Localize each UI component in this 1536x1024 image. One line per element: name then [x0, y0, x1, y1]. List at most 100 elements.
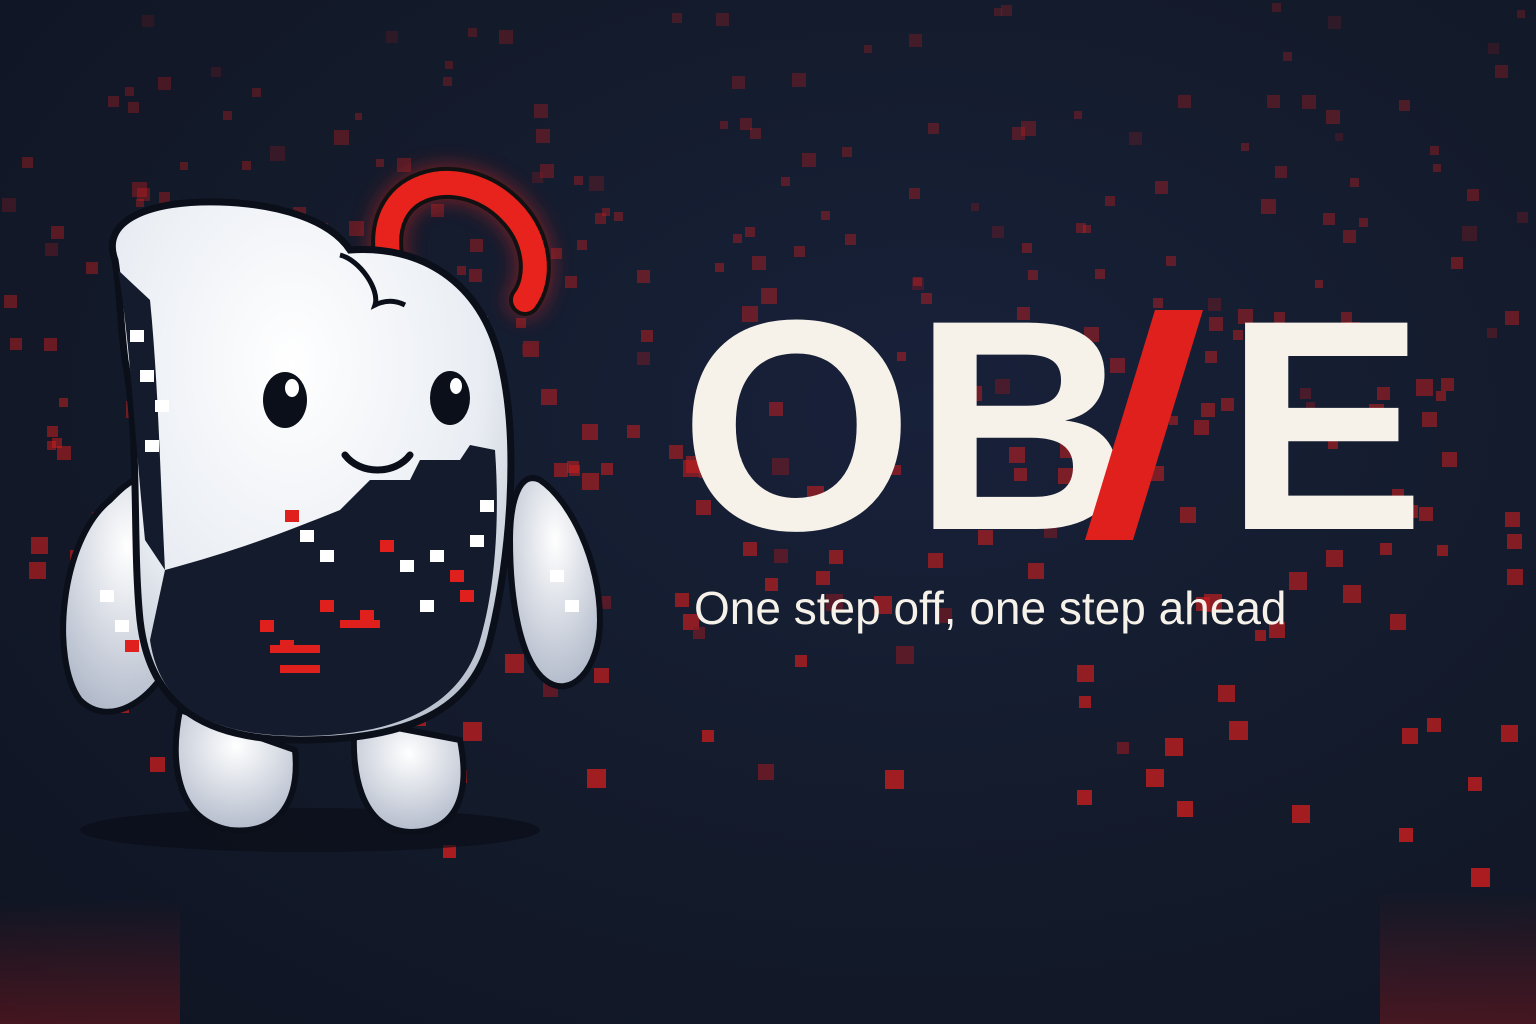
- background-pixel: [1399, 100, 1410, 111]
- background-pixel: [1471, 868, 1490, 887]
- background-pixel: [745, 227, 755, 237]
- background-pixel: [1468, 777, 1482, 791]
- background-pixel: [842, 147, 852, 157]
- background-pixel: [1399, 828, 1413, 842]
- mascot-pixel: [450, 570, 464, 582]
- background-pixel: [1507, 569, 1523, 585]
- mascot-pixel: [380, 540, 394, 552]
- background-pixel: [1326, 110, 1340, 124]
- background-pixel: [252, 88, 261, 97]
- background-pixel: [158, 77, 171, 90]
- background-pixel: [795, 655, 807, 667]
- mascot-pixel: [460, 590, 474, 602]
- background-pixel: [641, 330, 653, 342]
- background-pixel: [22, 157, 33, 168]
- mascot-pixel: [100, 590, 114, 602]
- background-pixel: [1505, 311, 1519, 325]
- background-pixel: [1402, 728, 1418, 744]
- background-pixel: [1442, 452, 1457, 467]
- logo-red-slash: [1085, 310, 1203, 540]
- background-pixel: [1146, 769, 1164, 787]
- background-pixel: [732, 76, 745, 89]
- mascot-pixel: [565, 600, 579, 612]
- background-pixel: [1079, 696, 1091, 708]
- mascot-pixel: [140, 370, 154, 382]
- background-pixel: [1517, 212, 1528, 223]
- background-pixel: [1501, 725, 1518, 742]
- background-pixel: [1117, 742, 1129, 754]
- mascot-pixel: [420, 600, 434, 612]
- background-pixel: [1343, 230, 1356, 243]
- background-pixel: [1505, 512, 1520, 527]
- background-pixel: [1462, 226, 1477, 241]
- background-pixel: [672, 13, 682, 23]
- background-pixel: [1436, 391, 1446, 401]
- background-pixel: [1105, 196, 1115, 206]
- background-pixel: [1427, 718, 1441, 732]
- background-pixel: [758, 764, 774, 780]
- background-pixel: [1517, 10, 1525, 18]
- background-pixel: [1323, 213, 1335, 225]
- mascot-pixel: [115, 620, 129, 632]
- background-pixel: [1275, 166, 1287, 178]
- background-pixel: [716, 13, 729, 26]
- background-pixel: [1129, 132, 1142, 145]
- background-pixel: [1359, 218, 1368, 227]
- background-pixel: [142, 15, 154, 27]
- mascot-pixel: [470, 535, 484, 547]
- mascot-pixel: [125, 640, 139, 652]
- mascot-pixel: [320, 550, 334, 562]
- mascot-pixel: [145, 440, 159, 452]
- background-pixel: [1433, 164, 1441, 172]
- mascot-pixel: [130, 330, 144, 342]
- background-pixel: [223, 111, 232, 120]
- background-pixel: [468, 28, 477, 37]
- background-pixel: [1077, 790, 1092, 805]
- background-pixel: [802, 153, 816, 167]
- background-pixel: [1350, 178, 1359, 187]
- background-pixel: [1292, 805, 1310, 823]
- background-pixel: [781, 177, 790, 186]
- mascot-pixel: [480, 500, 494, 512]
- banner-canvas: OB E One step off, one step ahead: [0, 0, 1536, 1024]
- background-pixel: [928, 123, 939, 134]
- background-pixel: [1229, 721, 1248, 740]
- background-pixel: [885, 770, 904, 789]
- mascot-pixel: [400, 560, 414, 572]
- background-pixel: [864, 45, 872, 53]
- background-pixel: [971, 203, 979, 211]
- mascot-pixel: [320, 600, 334, 612]
- background-pixel: [1001, 5, 1012, 16]
- background-pixel: [1178, 95, 1191, 108]
- background-pixel: [386, 31, 398, 43]
- background-pixel: [1241, 143, 1249, 151]
- background-pixel: [4, 295, 17, 308]
- background-pixel: [794, 246, 805, 257]
- background-pixel: [1261, 199, 1276, 214]
- logo-wordmark: OB E: [680, 275, 1425, 575]
- background-pixel: [1487, 328, 1497, 338]
- background-pixel: [125, 87, 134, 96]
- mascot-pixel: [260, 620, 274, 632]
- background-pixel: [992, 226, 1004, 238]
- background-pixel: [1074, 111, 1082, 119]
- background-pixel: [211, 67, 221, 77]
- background-pixel: [1083, 225, 1091, 233]
- background-pixel: [1218, 685, 1235, 702]
- background-pixel: [1495, 65, 1508, 78]
- background-pixel: [1272, 3, 1281, 12]
- background-pixel: [355, 113, 362, 120]
- background-pixel: [1022, 243, 1032, 253]
- background-pixel: [1302, 95, 1316, 109]
- background-pixel: [733, 234, 742, 243]
- background-pixel: [1165, 738, 1183, 756]
- ghost-robot-mascot-icon: [60, 166, 604, 852]
- background-pixel: [1328, 16, 1341, 29]
- background-pixel: [702, 730, 714, 742]
- background-pixel: [792, 73, 806, 87]
- background-pixel: [740, 118, 752, 130]
- background-pixel: [499, 30, 513, 44]
- background-pixel: [2, 198, 16, 212]
- background-pixel: [1451, 257, 1463, 269]
- background-pixel: [1467, 189, 1479, 201]
